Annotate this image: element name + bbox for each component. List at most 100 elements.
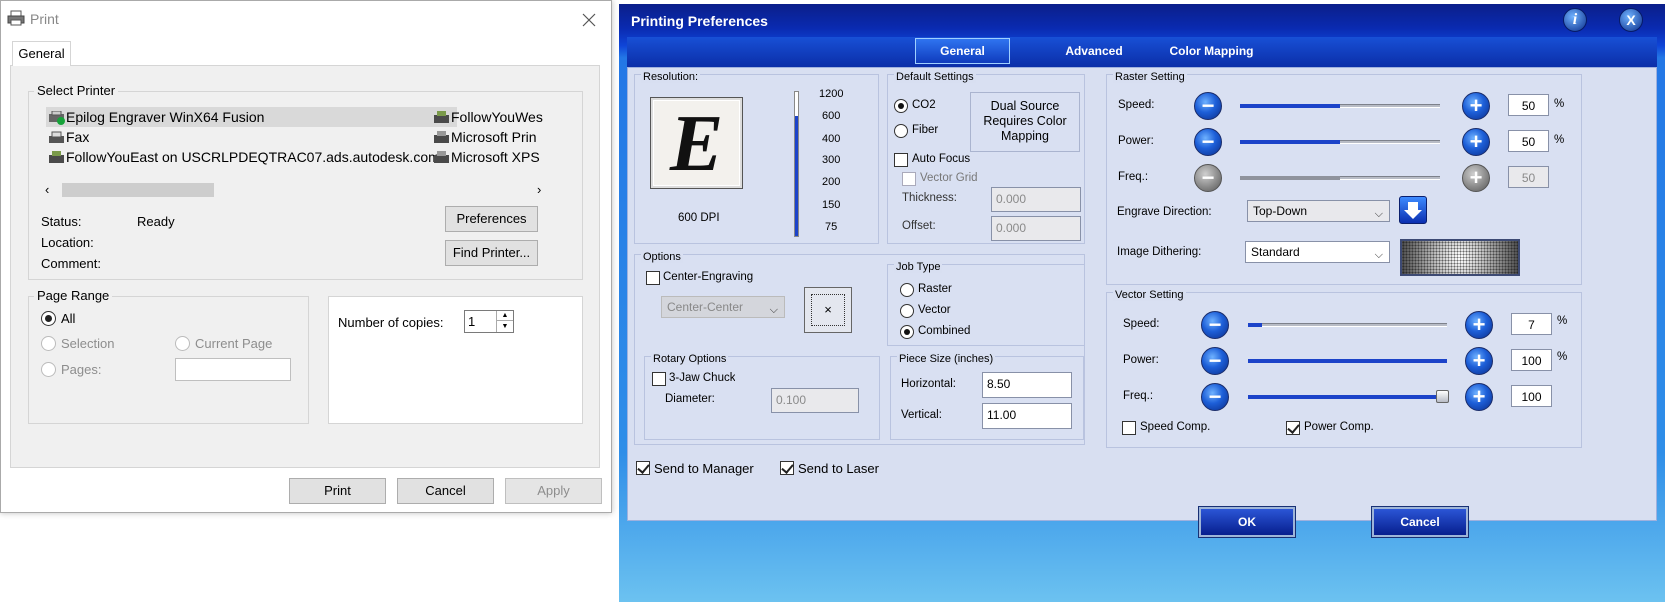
select-printer-group: Select Printer Epilog Engraver WinX64 Fu… xyxy=(28,83,583,280)
vector-power-plus-icon[interactable]: + xyxy=(1465,347,1493,375)
vector-power-input[interactable]: 100 xyxy=(1511,349,1552,371)
printer-item-fax[interactable]: Fax xyxy=(66,129,89,145)
radio-selection[interactable] xyxy=(41,336,56,351)
vector-speed-input[interactable]: 7 xyxy=(1511,313,1552,335)
radio-vector[interactable] xyxy=(900,304,914,318)
dialog-title: Print xyxy=(30,11,59,27)
scroll-right-icon[interactable]: › xyxy=(537,181,541,199)
vector-power-slider[interactable] xyxy=(1248,359,1447,363)
cancel-button[interactable]: Cancel xyxy=(397,478,494,504)
raster-speed-input[interactable]: 50 xyxy=(1508,94,1549,116)
speed-comp-label: Speed Comp. xyxy=(1140,421,1211,433)
scroll-left-icon[interactable]: ‹ xyxy=(45,181,49,199)
radio-raster[interactable] xyxy=(900,283,914,297)
print-button[interactable]: Print xyxy=(289,478,386,504)
vector-freq-slider[interactable] xyxy=(1248,390,1449,403)
scrollbar-thumb[interactable] xyxy=(62,183,214,197)
copies-label: Number of copies: xyxy=(338,315,444,330)
cancel-button[interactable]: Cancel xyxy=(1372,507,1468,537)
comment-label: Comment: xyxy=(41,256,101,271)
speed-comp-checkbox[interactable] xyxy=(1122,421,1136,435)
vector-grid-checkbox[interactable] xyxy=(902,172,916,186)
fax-icon xyxy=(48,131,66,145)
engrave-direction-dropdown[interactable]: Top-Down ⌵ xyxy=(1247,200,1390,222)
copies-spinner[interactable]: 1 ▲ ▼ xyxy=(464,310,514,333)
apply-button[interactable]: Apply xyxy=(505,478,602,504)
tab-general[interactable]: General xyxy=(12,41,71,66)
send-to-manager-checkbox[interactable] xyxy=(636,461,650,475)
pages-input[interactable] xyxy=(175,358,291,381)
raster-setting-group: Raster Setting Speed: − + 50 % Power: − … xyxy=(1106,71,1582,285)
radio-current-page[interactable] xyxy=(175,336,190,351)
chevron-down-icon: ⌵ xyxy=(769,304,778,316)
resolution-label: Resolution: xyxy=(641,71,701,83)
radio-combined[interactable] xyxy=(900,325,914,339)
horizontal-input[interactable]: 8.50 xyxy=(982,372,1072,398)
offset-input[interactable]: 0.000 xyxy=(991,216,1081,241)
vector-speed-plus-icon[interactable]: + xyxy=(1465,311,1493,339)
center-engraving-checkbox[interactable] xyxy=(646,271,660,285)
resolution-slider-fill xyxy=(795,116,798,236)
center-position-grid[interactable]: × xyxy=(804,287,852,333)
close-icon[interactable]: X xyxy=(1619,8,1643,32)
printer-item-followyouwest[interactable]: FollowYouWes xyxy=(451,109,561,125)
raster-freq-slider[interactable] xyxy=(1240,176,1440,180)
resolution-slider[interactable] xyxy=(794,91,799,237)
radio-co2[interactable] xyxy=(894,99,908,113)
raster-freq-input[interactable]: 50 xyxy=(1508,166,1549,188)
raster-freq-plus-icon[interactable]: + xyxy=(1462,164,1490,192)
tab-general[interactable]: General xyxy=(915,38,1010,64)
vector-setting-group: Vector Setting Speed: − + 7 % Power: − +… xyxy=(1106,289,1582,448)
horizontal-scrollbar[interactable]: ‹ › xyxy=(41,181,551,199)
power-comp-checkbox[interactable] xyxy=(1286,421,1300,435)
three-jaw-chuck-label: 3-Jaw Chuck xyxy=(669,372,736,384)
preferences-button[interactable]: Preferences xyxy=(445,206,538,232)
radio-all[interactable] xyxy=(41,311,56,326)
window-title: Printing Preferences xyxy=(631,13,768,29)
vector-speed-minus-icon[interactable]: − xyxy=(1201,311,1229,339)
page-range-group: Page Range All Selection Current Page Pa… xyxy=(28,288,309,424)
raster-speed-slider[interactable] xyxy=(1240,104,1440,108)
printer-item-microsoft-xps[interactable]: Microsoft XPS xyxy=(451,149,561,165)
raster-speed-minus-icon[interactable]: − xyxy=(1194,92,1222,120)
spinner-down-icon[interactable]: ▼ xyxy=(496,321,513,332)
diameter-label: Diameter: xyxy=(665,393,715,405)
raster-speed-plus-icon[interactable]: + xyxy=(1462,92,1490,120)
dithering-preview xyxy=(1400,239,1520,276)
power-comp-label: Power Comp. xyxy=(1304,421,1374,433)
image-dithering-dropdown[interactable]: Standard ⌵ xyxy=(1245,241,1390,263)
printer-item-epilog[interactable]: Epilog Engraver WinX64 Fusion xyxy=(66,109,264,125)
radio-fiber[interactable] xyxy=(894,124,908,138)
center-position-dropdown[interactable]: Center-Center ⌵ xyxy=(661,296,785,318)
info-icon[interactable]: i xyxy=(1563,8,1587,32)
vector-freq-thumb[interactable] xyxy=(1436,390,1449,403)
raster-freq-minus-icon[interactable]: − xyxy=(1194,164,1222,192)
vector-freq-minus-icon[interactable]: − xyxy=(1201,383,1229,411)
close-icon[interactable] xyxy=(582,13,596,27)
raster-power-input[interactable]: 50 xyxy=(1508,130,1549,152)
raster-power-plus-icon[interactable]: + xyxy=(1462,128,1490,156)
find-printer-button[interactable]: Find Printer... xyxy=(445,240,538,266)
ok-button[interactable]: OK xyxy=(1199,507,1295,537)
co2-label: CO2 xyxy=(912,99,936,111)
vector-freq-input[interactable]: 100 xyxy=(1511,385,1552,407)
tick-400: 400 xyxy=(822,133,841,145)
diameter-input[interactable]: 0.100 xyxy=(771,388,859,413)
vector-freq-plus-icon[interactable]: + xyxy=(1465,383,1493,411)
thickness-input[interactable]: 0.000 xyxy=(991,187,1081,212)
printer-item-microsoft-print[interactable]: Microsoft Prin xyxy=(451,129,561,145)
printer-item-followyoueast[interactable]: FollowYouEast on USCRLPDEQTRAC07.ads.aut… xyxy=(66,149,440,165)
vector-speed-slider[interactable] xyxy=(1248,323,1447,327)
auto-focus-checkbox[interactable] xyxy=(894,153,908,167)
spinner-up-icon[interactable]: ▲ xyxy=(496,311,513,321)
raster-power-minus-icon[interactable]: − xyxy=(1194,128,1222,156)
three-jaw-chuck-checkbox[interactable] xyxy=(652,372,666,386)
send-to-laser-checkbox[interactable] xyxy=(780,461,794,475)
raster-power-slider[interactable] xyxy=(1240,140,1440,144)
radio-pages[interactable] xyxy=(41,362,56,377)
vector-power-minus-icon[interactable]: − xyxy=(1201,347,1229,375)
tab-advanced[interactable]: Advanced xyxy=(1039,44,1149,58)
engrave-direction-arrow-icon[interactable] xyxy=(1399,196,1427,224)
vertical-input[interactable]: 11.00 xyxy=(982,403,1072,429)
tab-color-mapping[interactable]: Color Mapping xyxy=(1149,44,1274,58)
